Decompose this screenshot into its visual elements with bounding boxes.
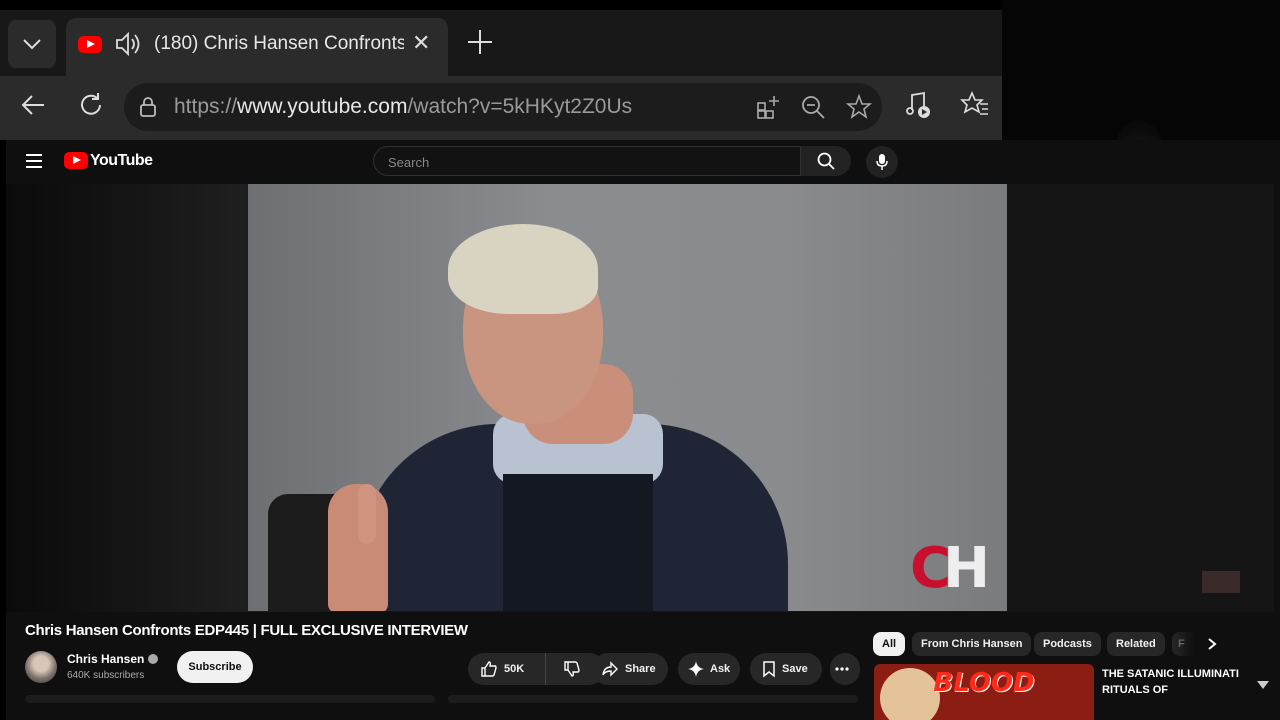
chip-podcasts[interactable]: Podcasts: [1034, 632, 1101, 656]
chip-from-chris-hansen[interactable]: From Chris Hansen: [912, 632, 1032, 656]
menu-icon[interactable]: [26, 154, 42, 172]
share-button[interactable]: Share: [592, 653, 668, 685]
address-bar[interactable]: https://www.youtube.com/watch?v=5kHKyt2Z…: [124, 83, 882, 131]
video-person-hair: [448, 224, 598, 314]
lock-icon[interactable]: [138, 96, 158, 118]
like-dislike-group: 50K: [468, 653, 605, 685]
save-button[interactable]: Save: [750, 653, 822, 685]
close-tab-icon[interactable]: ✕: [412, 30, 430, 56]
navigation-bar: https://www.youtube.com/watch?v=5kHKyt2Z…: [0, 76, 1002, 140]
ask-button[interactable]: Ask: [678, 653, 740, 685]
youtube-logo-text[interactable]: YouTube: [90, 152, 153, 170]
description-preview: [25, 695, 435, 703]
thumbs-down-icon: [564, 661, 580, 677]
recommended-video-title[interactable]: THE SATANIC ILLUMINATI RITUALS OF: [1102, 666, 1252, 708]
like-button[interactable]: 50K: [468, 653, 546, 685]
url-text[interactable]: https://www.youtube.com/watch?v=5kHKyt2Z…: [174, 95, 632, 119]
zoom-out-icon[interactable]: [800, 94, 826, 120]
thumbnail-text: BLOOD: [933, 668, 1035, 698]
caret-down-icon[interactable]: [1256, 680, 1270, 690]
video-person-sweater: [503, 474, 653, 611]
youtube-favicon-icon: [78, 36, 102, 53]
search-box[interactable]: [373, 146, 801, 176]
back-arrow-icon[interactable]: [18, 90, 48, 120]
chips-next-button[interactable]: [1202, 634, 1222, 654]
channel-watermark-logo: CH: [910, 536, 990, 601]
video-player[interactable]: CH: [248, 184, 1007, 611]
comments-preview: [448, 695, 858, 703]
refresh-icon[interactable]: [76, 90, 106, 120]
mini-thumbnail: [1202, 571, 1240, 593]
more-horizontal-icon: [835, 667, 849, 671]
tab-actions-menu-button[interactable]: [8, 20, 56, 68]
new-tab-icon[interactable]: [466, 28, 494, 56]
active-tab[interactable]: (180) Chris Hansen Confronts ✕: [66, 18, 448, 76]
bookmark-icon: [763, 661, 775, 678]
video-title: Chris Hansen Confronts EDP445 | FULL EXC…: [25, 622, 468, 639]
thumbs-up-icon: [481, 661, 497, 677]
share-icon: [602, 661, 618, 677]
more-actions-button[interactable]: [830, 653, 860, 685]
search-icon: [817, 152, 835, 170]
voice-search-button[interactable]: [866, 146, 898, 178]
recommended-video-thumbnail[interactable]: BLOOD: [874, 664, 1094, 720]
app-available-icon[interactable]: [756, 94, 782, 120]
favorites-icon[interactable]: [960, 90, 990, 120]
sparkle-icon: [688, 661, 704, 677]
star-icon[interactable]: [846, 94, 872, 120]
browser-chrome: (180) Chris Hansen Confronts ✕ https://w…: [0, 10, 1002, 140]
media-control-icon[interactable]: [902, 90, 932, 120]
tab-strip: (180) Chris Hansen Confronts ✕: [0, 10, 1002, 76]
search-button[interactable]: [801, 146, 851, 176]
youtube-header: YouTube: [6, 140, 1002, 184]
microphone-icon: [876, 154, 888, 170]
subscribe-button[interactable]: Subscribe: [177, 651, 253, 683]
subscriber-count: 640K subscribers: [67, 670, 145, 681]
channel-avatar[interactable]: [25, 651, 57, 683]
like-count: 50K: [504, 663, 525, 675]
chip-related[interactable]: Related: [1107, 632, 1165, 656]
chip-all[interactable]: All: [873, 632, 906, 656]
speaker-icon[interactable]: [114, 31, 142, 57]
chevron-down-icon: [23, 39, 41, 50]
tab-title: (180) Chris Hansen Confronts: [154, 33, 404, 54]
verified-icon: [148, 654, 159, 664]
search-input[interactable]: [386, 152, 790, 172]
channel-name[interactable]: Chris Hansen: [67, 652, 159, 666]
youtube-page: YouTube CH Chris Hansen Confronts EDP445…: [6, 140, 1280, 720]
video-person-thumb: [358, 484, 376, 544]
chevron-right-icon: [1208, 638, 1217, 650]
chip-truncated[interactable]: F: [1172, 632, 1194, 656]
youtube-logo-icon[interactable]: [64, 152, 88, 169]
